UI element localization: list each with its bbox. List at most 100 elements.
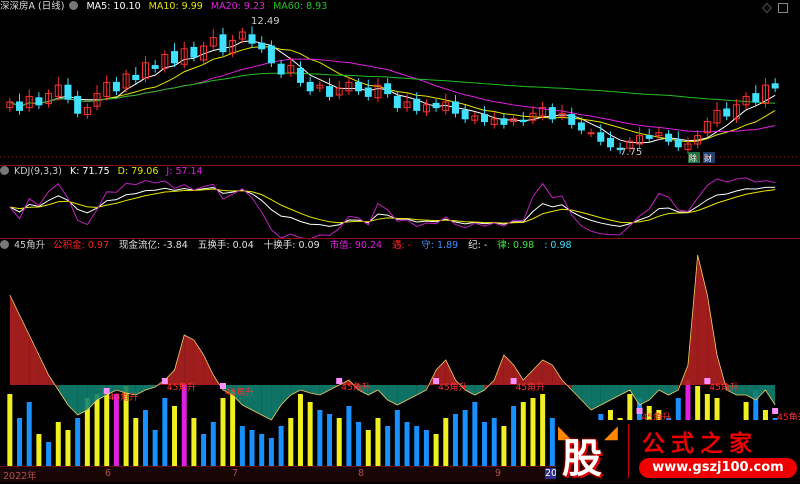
indicator-bar <box>491 418 497 466</box>
oscillator-area <box>193 340 204 385</box>
indicator-bar <box>191 418 197 466</box>
candle <box>674 139 682 148</box>
main-header: 深深房A (日线) MA5: 10.10 MA10: 9.99 MA20: 9.… <box>0 1 332 13</box>
indicator-bar <box>336 418 342 466</box>
dropdown-icon[interactable] <box>69 1 79 10</box>
ma20-value: MA20: 9.23 <box>210 1 266 12</box>
candle <box>277 63 285 75</box>
candle <box>451 101 459 114</box>
candle <box>112 81 120 92</box>
candle <box>384 83 392 95</box>
indicator-bar <box>501 426 507 466</box>
axis-label: 6 <box>105 468 112 479</box>
oscillator-area <box>571 385 582 400</box>
candle <box>568 114 576 125</box>
candle <box>267 45 275 64</box>
indicator-bar <box>443 418 449 466</box>
indicator-bar <box>230 390 236 466</box>
candle <box>500 118 508 125</box>
window-toggle-icon[interactable] <box>778 3 788 13</box>
ma20-line <box>9 58 776 133</box>
indicator-item: 市值: 90.24 <box>330 240 387 251</box>
indicator-bar <box>7 394 13 466</box>
candle <box>219 34 227 53</box>
signal-label: 45角升 <box>109 391 138 403</box>
candle <box>752 93 760 103</box>
stock-title[interactable]: 深深房A (日线) <box>0 1 64 12</box>
indicator-bar <box>433 434 439 466</box>
indicator-bar <box>36 434 42 466</box>
candle <box>16 101 24 111</box>
indicator-label: 现金流亿 <box>119 240 158 251</box>
indicator-bar <box>462 410 468 466</box>
indicator-label: 遇 <box>392 240 402 251</box>
candle <box>665 133 673 142</box>
indicator-title[interactable]: 45角升 <box>14 240 45 251</box>
indicator-bar <box>394 410 400 466</box>
indicator-value: : - <box>401 240 412 251</box>
candle <box>151 65 159 69</box>
candle <box>171 51 179 64</box>
indicator-bar <box>26 402 32 466</box>
indicator-bar <box>530 398 536 466</box>
candle <box>248 34 256 44</box>
dropdown-icon[interactable] <box>0 240 9 249</box>
indicator-bar <box>201 434 207 466</box>
candle <box>481 114 489 123</box>
indicator-bar <box>540 394 546 466</box>
axis-label: 8 <box>358 468 365 479</box>
high-price-label: 12.49 <box>251 16 280 27</box>
kdj-header: KDJ(9,3,3) K: 71.75 D: 79.06 J: 57.14 <box>0 166 208 178</box>
indicator-bar <box>220 398 226 466</box>
oscillator-area <box>377 385 388 400</box>
indicator-bar <box>278 426 284 466</box>
indicator-bar <box>181 385 187 466</box>
oscillator-area <box>38 355 49 385</box>
ma5-value: MA5: 10.10 <box>86 1 141 12</box>
dropdown-icon[interactable] <box>0 166 9 175</box>
candle <box>413 98 421 111</box>
indicator-bar <box>404 422 410 466</box>
indicator-item: 守: 1.89 <box>421 240 463 251</box>
indicator-bar <box>239 426 245 466</box>
oscillator-area <box>203 355 214 385</box>
oscillator-area <box>620 385 630 395</box>
indicator-value: : 0.04 <box>226 240 254 251</box>
indicator-bar <box>46 442 52 466</box>
candle <box>393 95 401 109</box>
indicator-label: 纪 <box>468 240 478 251</box>
watermark-logo: ◣ ◢ 股 公式之家 www.gszj100.com <box>556 420 800 482</box>
panel-divider[interactable] <box>0 238 800 239</box>
indicator-bar <box>133 418 139 466</box>
oscillator-area <box>271 385 282 420</box>
oscillator-area <box>532 360 543 385</box>
indicator-item: 现金流亿: -3.84 <box>119 240 193 251</box>
chart-canvas[interactable]: 12.49 7.75 除 财 45角升 45角升 45角升 45角升 45角升 45角升 45角升 4… <box>0 0 800 466</box>
indicator-item: 律: 0.98 <box>497 240 539 251</box>
axis-label: 7 <box>232 468 239 479</box>
kdj-k: K: 71.75 <box>69 166 110 177</box>
candle <box>587 132 595 135</box>
candle <box>355 81 363 92</box>
oscillator-area <box>9 295 20 385</box>
indicator-bar <box>365 430 371 466</box>
kdj-title[interactable]: KDJ(9,3,3) <box>14 166 62 177</box>
oscillator-area <box>542 360 553 385</box>
oscillator-area <box>581 385 592 410</box>
kdj-j: J: 57.14 <box>166 166 203 177</box>
indicator-bar <box>307 402 313 466</box>
candle <box>723 108 731 117</box>
indicator-bar <box>511 406 517 466</box>
indicator-value: : 0.98 <box>506 240 535 251</box>
candle <box>597 132 605 142</box>
oscillator-area <box>707 295 718 385</box>
ex-dividend-label: 除 <box>689 153 697 163</box>
indicator-bar <box>414 426 420 466</box>
ma60-value: MA60: 8.93 <box>273 1 328 12</box>
indicator-bar <box>385 426 391 466</box>
indicator-bar <box>162 398 168 466</box>
signal-label: 45角升 <box>341 381 370 393</box>
candle <box>74 95 82 114</box>
indicator-value: : 0.09 <box>292 240 320 251</box>
indicator-bar <box>268 438 274 466</box>
